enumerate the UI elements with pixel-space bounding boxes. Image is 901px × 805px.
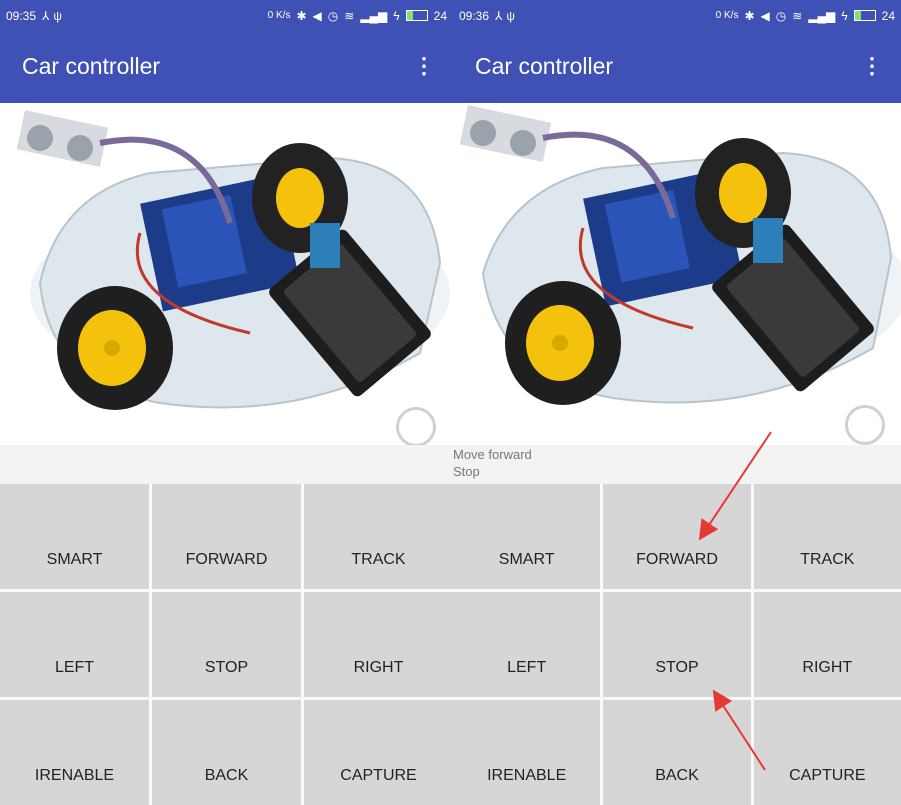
usb-share-icon: ⅄ bbox=[495, 8, 503, 23]
left-button[interactable]: LEFT bbox=[0, 592, 149, 697]
usb-icon: ψ bbox=[506, 8, 515, 23]
overflow-menu-icon[interactable]: ⋮ bbox=[861, 55, 883, 77]
status-bar: 09:36 ⅄ ψ 0 K/s ✱ ◀ ◷ ≋ ▂▄▆ ϟ 24 bbox=[453, 0, 901, 31]
right-button[interactable]: RIGHT bbox=[304, 592, 453, 697]
capture-ring-icon bbox=[845, 405, 885, 445]
log-area bbox=[0, 445, 453, 484]
capture-button[interactable]: CAPTURE bbox=[753, 700, 901, 805]
charging-icon: ϟ bbox=[841, 8, 848, 23]
phone-screen-left: 09:35 ⅄ ψ 0 K/s ✱ ◀ ◷ ≋ ▂▄▆ ϟ 24 Car con… bbox=[0, 0, 453, 805]
track-button[interactable]: TRACK bbox=[304, 484, 453, 589]
overflow-menu-icon[interactable]: ⋮ bbox=[413, 55, 435, 77]
app-title: Car controller bbox=[475, 53, 614, 79]
status-time: 09:36 bbox=[459, 8, 490, 23]
right-button[interactable]: RIGHT bbox=[753, 592, 901, 697]
usb-icon: ψ bbox=[53, 8, 62, 23]
battery-icon bbox=[853, 10, 876, 21]
camera-image bbox=[0, 103, 453, 445]
phone-screen-right: 09:36 ⅄ ψ 0 K/s ✱ ◀ ◷ ≋ ▂▄▆ ϟ 24 Car con… bbox=[453, 0, 901, 805]
log-line: Stop bbox=[453, 464, 480, 479]
back-button[interactable]: BACK bbox=[603, 700, 751, 805]
alarm-icon: ◷ bbox=[327, 8, 339, 23]
data-speed-icon: 0 K/s bbox=[715, 10, 739, 21]
irenable-button[interactable]: IRENABLE bbox=[453, 700, 601, 805]
log-line: Move forward bbox=[453, 447, 532, 462]
capture-ring-icon bbox=[396, 407, 436, 447]
forward-button[interactable]: FORWARD bbox=[152, 484, 301, 589]
battery-icon bbox=[405, 10, 428, 21]
status-time: 09:35 bbox=[6, 8, 37, 23]
usb-share-icon: ⅄ bbox=[42, 8, 50, 23]
bluetooth-icon: ✱ bbox=[296, 8, 307, 23]
volume-icon: ◀ bbox=[312, 8, 322, 23]
wifi-icon: ≋ bbox=[344, 8, 355, 23]
back-button[interactable]: BACK bbox=[152, 700, 301, 805]
irenable-button[interactable]: IRENABLE bbox=[0, 700, 149, 805]
wifi-icon: ≋ bbox=[792, 8, 803, 23]
battery-level: 24 bbox=[433, 8, 447, 23]
log-area: Move forward Stop bbox=[453, 445, 901, 484]
alarm-icon: ◷ bbox=[775, 8, 787, 23]
bluetooth-icon: ✱ bbox=[744, 8, 755, 23]
data-speed-icon: 0 K/s bbox=[267, 10, 291, 21]
battery-level: 24 bbox=[881, 8, 895, 23]
app-title: Car controller bbox=[22, 53, 161, 79]
status-bar: 09:35 ⅄ ψ 0 K/s ✱ ◀ ◷ ≋ ▂▄▆ ϟ 24 bbox=[0, 0, 453, 31]
app-bar: Car controller ⋮ bbox=[0, 31, 453, 103]
robot-car-image bbox=[459, 105, 901, 405]
control-grid: SMART FORWARD TRACK LEFT STOP RIGHT IREN… bbox=[453, 484, 901, 805]
stop-button[interactable]: STOP bbox=[603, 592, 751, 697]
capture-button[interactable]: CAPTURE bbox=[304, 700, 453, 805]
track-button[interactable]: TRACK bbox=[753, 484, 901, 589]
stop-button[interactable]: STOP bbox=[152, 592, 301, 697]
app-bar: Car controller ⋮ bbox=[453, 31, 901, 103]
camera-image bbox=[453, 103, 901, 445]
signal-icon: ▂▄▆ bbox=[808, 8, 836, 23]
forward-button[interactable]: FORWARD bbox=[603, 484, 751, 589]
left-button[interactable]: LEFT bbox=[453, 592, 601, 697]
signal-icon: ▂▄▆ bbox=[360, 8, 388, 23]
control-grid: SMART FORWARD TRACK LEFT STOP RIGHT IREN… bbox=[0, 484, 453, 805]
volume-icon: ◀ bbox=[760, 8, 770, 23]
charging-icon: ϟ bbox=[393, 8, 400, 23]
robot-car-image bbox=[16, 110, 450, 410]
smart-button[interactable]: SMART bbox=[453, 484, 601, 589]
smart-button[interactable]: SMART bbox=[0, 484, 149, 589]
